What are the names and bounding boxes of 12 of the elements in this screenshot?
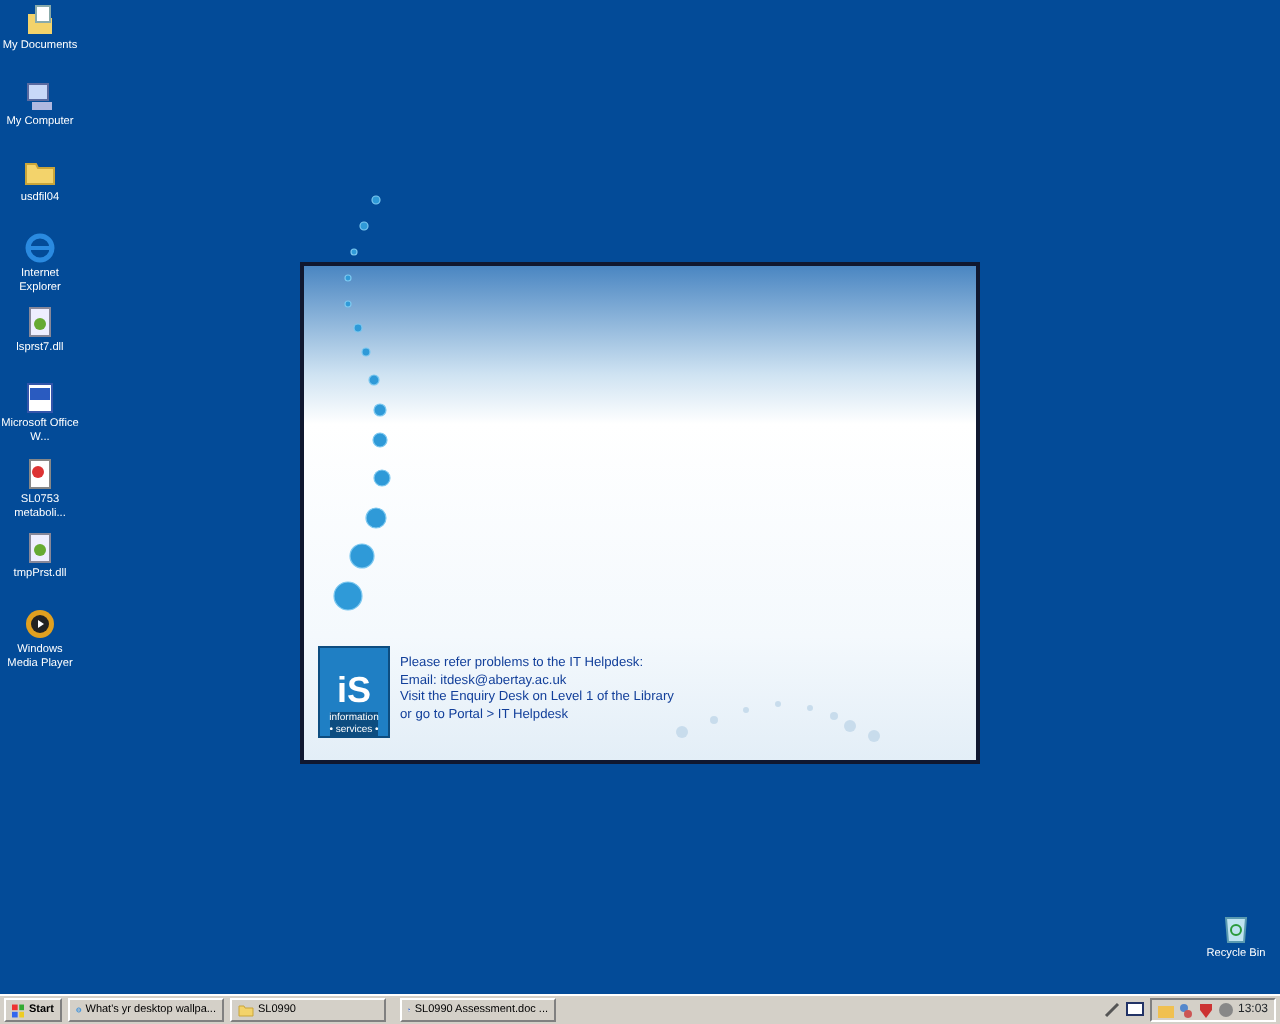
pdf-document-icon[interactable] <box>24 458 56 490</box>
media-player-icon[interactable] <box>24 608 56 640</box>
windows-flag-icon <box>12 1003 25 1017</box>
shield-icon[interactable] <box>1197 1002 1214 1018</box>
folder-icon <box>238 1002 254 1018</box>
network-icon[interactable] <box>1177 1002 1194 1018</box>
document-folder-icon[interactable] <box>24 4 56 36</box>
monitor-icon[interactable] <box>1125 1002 1144 1018</box>
computer-icon[interactable] <box>24 80 56 112</box>
recycle-bin-icon[interactable] <box>1220 912 1252 944</box>
pen-icon[interactable] <box>1103 1002 1120 1018</box>
logo-text: iS <box>336 672 371 708</box>
